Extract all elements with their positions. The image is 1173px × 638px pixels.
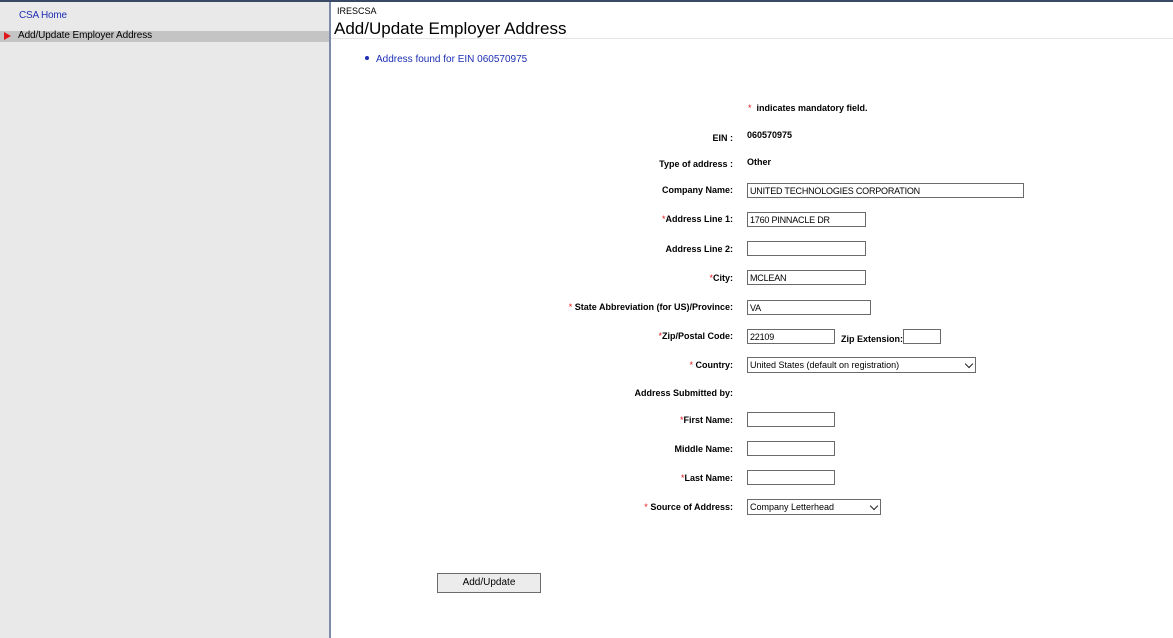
zip-input[interactable]: 22109	[747, 329, 835, 344]
app-id: IRESCSA	[337, 6, 377, 16]
last-name-label-text: Last Name:	[684, 473, 733, 483]
chevron-down-icon	[964, 359, 974, 369]
add-update-button[interactable]: Add/Update	[437, 573, 541, 593]
company-name-input[interactable]: UNITED TECHNOLOGIES CORPORATION	[747, 183, 1024, 198]
mandatory-note-text: indicates mandatory field.	[756, 103, 868, 113]
csa-home-link[interactable]: CSA Home	[19, 10, 67, 21]
zip-label-text: Zip/Postal Code:	[661, 331, 733, 341]
source-of-address-select-value: Company Letterhead	[750, 502, 835, 512]
address-line-1-label: *Address Line 1:	[662, 214, 733, 224]
type-of-address-value: Other	[747, 157, 772, 167]
last-name-input[interactable]	[747, 470, 835, 485]
mandatory-note: * indicates mandatory field.	[748, 103, 868, 113]
first-name-label: *First Name:	[680, 415, 733, 425]
country-label-text: Country:	[695, 360, 734, 370]
zip-label: *Zip/Postal Code:	[658, 331, 733, 341]
page-title: Add/Update Employer Address	[334, 19, 567, 38]
city-label: *City:	[709, 273, 733, 283]
middle-name-input[interactable]	[747, 441, 835, 456]
address-line-2-label: Address Line 2:	[665, 244, 733, 254]
chevron-down-icon	[869, 501, 879, 511]
title-divider	[331, 38, 1173, 39]
address-line-2-input[interactable]	[747, 241, 866, 256]
sidebar-item-label: Add/Update Employer Address	[18, 30, 153, 41]
type-of-address-label: Type of address :	[659, 159, 733, 169]
state-label-text: State Abbreviation (for US)/Province:	[574, 302, 733, 312]
bullet-icon	[365, 56, 369, 61]
required-marker: *	[568, 302, 573, 312]
first-name-input[interactable]	[747, 412, 835, 427]
country-select[interactable]: United States (default on registration)	[747, 357, 976, 373]
last-name-label: *Last Name:	[681, 473, 733, 483]
status-message-text: Address found for EIN 060570975	[376, 54, 528, 65]
arrow-right-icon	[4, 32, 11, 40]
required-marker: *	[689, 360, 693, 370]
city-input[interactable]: MCLEAN	[747, 270, 866, 285]
source-of-address-label-text: Source of Address:	[650, 502, 733, 512]
source-of-address-label: * Source of Address:	[644, 502, 733, 512]
source-of-address-select[interactable]: Company Letterhead	[747, 499, 881, 515]
main-content: IRESCSA Add/Update Employer Address Addr…	[331, 2, 1173, 638]
middle-name-label: Middle Name:	[674, 444, 733, 454]
ein-label: EIN :	[712, 133, 733, 143]
country-select-value: United States (default on registration)	[750, 360, 900, 370]
country-label: * Country:	[689, 360, 733, 370]
state-label: * State Abbreviation (for US)/Province:	[569, 302, 733, 312]
status-message: Address found for EIN 060570975	[365, 54, 527, 65]
required-marker: *	[644, 502, 648, 512]
sidebar: CSA Home Add/Update Employer Address	[0, 2, 331, 638]
address-line-1-label-text: Address Line 1:	[665, 214, 733, 224]
sidebar-item-add-update-employer-address[interactable]: Add/Update Employer Address	[0, 30, 329, 42]
company-name-label: Company Name:	[661, 185, 733, 195]
zip-extension-input[interactable]	[903, 329, 941, 344]
address-submitted-by-label: Address Submitted by:	[634, 388, 733, 398]
city-label-text: City:	[713, 273, 733, 283]
ein-value: 060570975	[747, 130, 793, 140]
required-marker: *	[748, 103, 752, 113]
zip-extension-label: Zip Extension:	[841, 334, 904, 344]
state-input[interactable]: VA	[747, 300, 871, 315]
address-line-1-input[interactable]: 1760 PINNACLE DR	[747, 212, 866, 227]
first-name-label-text: First Name:	[683, 415, 733, 425]
